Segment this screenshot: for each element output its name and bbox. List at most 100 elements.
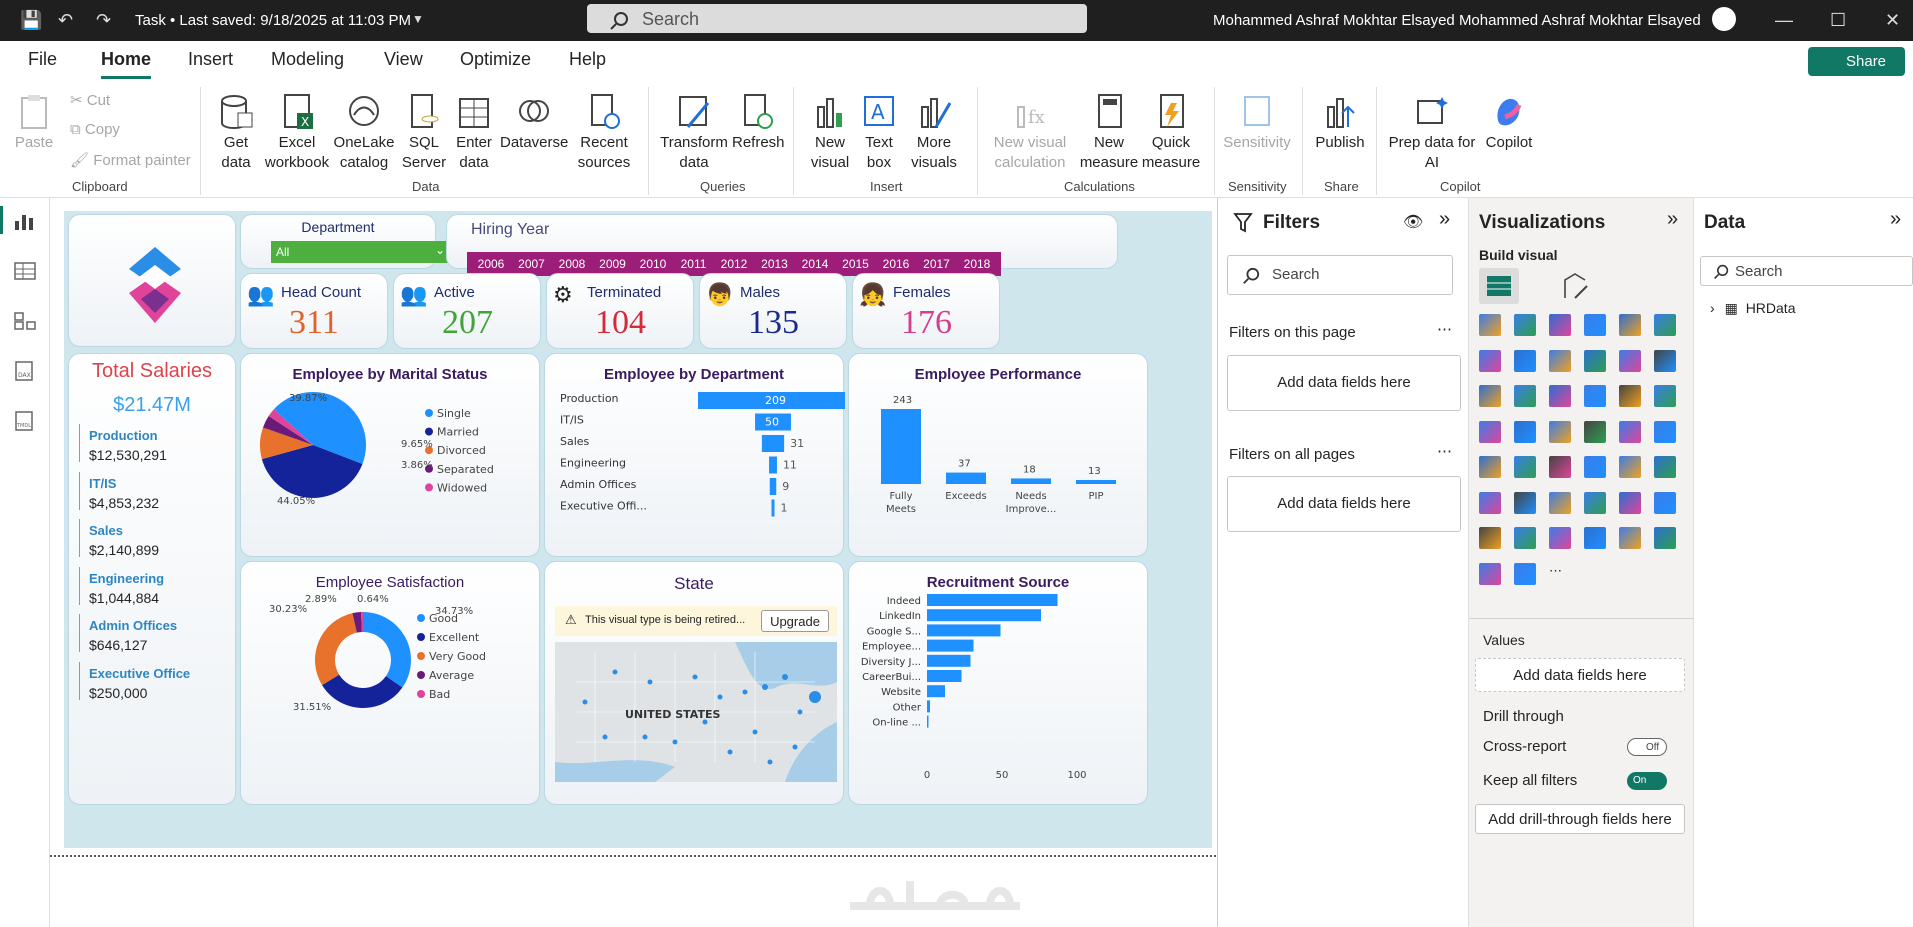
visual-type-icon[interactable]	[1584, 491, 1606, 514]
document-title[interactable]: Task • Last saved: 9/18/2025 at 11:03 PM	[135, 12, 411, 29]
tmdl-view-icon[interactable]: TMDL	[13, 411, 37, 431]
visual-type-icon[interactable]	[1654, 420, 1676, 443]
format-painter-button[interactable]: 🖌 Format painter	[70, 151, 191, 169]
transform-data-button[interactable]: Transform data	[656, 93, 732, 173]
close-icon[interactable]: ✕	[1885, 10, 1900, 31]
visual-type-icon[interactable]	[1479, 527, 1501, 549]
filters-search[interactable]: Search	[1227, 255, 1453, 295]
undo-icon[interactable]: ↶	[58, 10, 73, 31]
sensitivity-button[interactable]: Sensitivity	[1220, 93, 1294, 153]
copy-button[interactable]: ⧉ Copy	[70, 121, 120, 138]
visual-type-icon[interactable]	[1514, 420, 1536, 443]
visual-type-icon[interactable]	[1514, 349, 1536, 372]
visual-type-icon[interactable]	[1619, 314, 1641, 336]
visual-type-icon[interactable]	[1514, 562, 1536, 585]
filters-all-drop[interactable]: Add data fields here	[1227, 476, 1461, 532]
visual-type-icon[interactable]	[1479, 456, 1501, 478]
report-view-icon[interactable]	[13, 211, 37, 231]
redo-icon[interactable]: ↷	[96, 10, 111, 31]
visual-type-icon[interactable]	[1619, 385, 1641, 407]
get-data-button[interactable]: Get data	[210, 93, 262, 173]
visual-type-icon[interactable]	[1654, 385, 1676, 407]
onelake-catalog-button[interactable]: OneLake catalog	[332, 93, 396, 173]
visual-type-icon[interactable]	[1479, 420, 1501, 443]
menu-optimize[interactable]: Optimize	[460, 49, 531, 70]
visual-type-icon[interactable]	[1584, 420, 1606, 443]
build-visual-tab[interactable]	[1479, 268, 1519, 304]
visual-type-icon[interactable]	[1514, 314, 1536, 336]
visual-type-icon[interactable]	[1479, 562, 1501, 585]
more-visuals-button[interactable]: More visuals	[903, 93, 965, 173]
prep-data-ai-button[interactable]: Prep data for AI	[1386, 93, 1478, 173]
cut-button[interactable]: ✂ Cut	[70, 91, 110, 109]
visual-type-icon[interactable]	[1654, 527, 1676, 549]
eye-icon[interactable]: 👁	[1403, 212, 1423, 232]
collapse-icon[interactable]: »	[1667, 208, 1678, 231]
dax-query-icon[interactable]: DAX	[13, 361, 37, 381]
visual-type-icon[interactable]	[1619, 456, 1641, 478]
share-button[interactable]: Share	[1808, 47, 1905, 76]
maximize-icon[interactable]: ☐	[1830, 10, 1846, 31]
visual-type-icon[interactable]	[1549, 314, 1571, 336]
visual-type-icon[interactable]	[1514, 456, 1536, 478]
more-options-icon[interactable]: ⋯	[1437, 442, 1452, 460]
us-map[interactable]: UNITED STATES	[555, 642, 837, 782]
visual-type-icon[interactable]	[1549, 420, 1571, 443]
visual-type-icon[interactable]	[1549, 456, 1571, 478]
visual-type-icon[interactable]	[1514, 491, 1536, 514]
cross-report-toggle[interactable]: Off	[1627, 738, 1667, 756]
menu-file[interactable]: File	[28, 49, 57, 70]
visual-type-icon[interactable]	[1584, 527, 1606, 549]
visual-type-icon[interactable]	[1584, 385, 1606, 407]
visual-type-icon[interactable]	[1619, 527, 1641, 549]
menu-insert[interactable]: Insert	[188, 49, 233, 70]
visual-type-icon[interactable]	[1479, 349, 1501, 372]
publish-button[interactable]: Publish	[1310, 93, 1370, 153]
refresh-button[interactable]: Refresh	[732, 93, 785, 153]
visual-type-icon[interactable]	[1619, 420, 1641, 443]
visual-type-icon[interactable]	[1514, 385, 1536, 407]
format-visual-icon[interactable]	[1561, 272, 1591, 302]
user-name[interactable]: Mohammed Ashraf Mokhtar Elsayed Mohammed…	[1213, 12, 1701, 29]
visual-type-icon[interactable]	[1479, 314, 1501, 336]
filters-page-drop[interactable]: Add data fields here	[1227, 355, 1461, 411]
keep-filters-toggle[interactable]: On	[1627, 772, 1667, 790]
more-options-icon[interactable]: ⋯	[1437, 320, 1452, 338]
new-visual-button[interactable]: New visual	[803, 93, 857, 173]
visual-type-icon[interactable]	[1654, 456, 1676, 478]
visual-type-icon[interactable]	[1479, 385, 1501, 407]
menu-view[interactable]: View	[384, 49, 423, 70]
new-measure-button[interactable]: New measure	[1078, 93, 1140, 173]
visual-type-icon[interactable]	[1584, 456, 1606, 478]
save-icon[interactable]: 💾	[20, 10, 42, 31]
model-view-icon[interactable]	[13, 311, 37, 331]
visual-type-icon[interactable]	[1549, 349, 1571, 372]
chevron-down-icon[interactable]: ▼	[412, 12, 424, 26]
quick-measure-button[interactable]: Quick measure	[1140, 93, 1202, 173]
visual-type-icon[interactable]: ⋯	[1549, 563, 1571, 585]
visual-type-icon[interactable]	[1549, 527, 1571, 549]
copilot-button[interactable]: Copilot	[1478, 93, 1540, 153]
collapse-icon[interactable]: »	[1890, 208, 1901, 231]
values-drop[interactable]: Add data fields here	[1475, 658, 1685, 692]
recent-sources-button[interactable]: Recent sources	[572, 93, 636, 173]
visual-type-icon[interactable]	[1619, 491, 1641, 514]
table-hrdata[interactable]: › ▦ HRData	[1710, 300, 1795, 317]
menu-help[interactable]: Help	[569, 49, 606, 70]
visual-type-icon[interactable]	[1584, 349, 1606, 372]
text-box-button[interactable]: A Text box	[857, 93, 901, 173]
collapse-icon[interactable]: »	[1439, 208, 1450, 231]
enter-data-button[interactable]: Enter data	[450, 93, 498, 173]
visual-type-icon[interactable]	[1549, 491, 1571, 514]
global-search[interactable]: Search	[587, 4, 1087, 33]
upgrade-button[interactable]: Upgrade	[761, 610, 829, 632]
avatar[interactable]	[1712, 7, 1736, 31]
menu-home[interactable]: Home	[101, 49, 152, 79]
drill-through-drop[interactable]: Add drill-through fields here	[1475, 804, 1685, 834]
paste-button[interactable]: Paste	[12, 93, 56, 153]
visual-type-icon[interactable]	[1514, 527, 1536, 549]
data-search[interactable]: Search	[1700, 256, 1913, 286]
visual-type-icon[interactable]	[1654, 491, 1676, 514]
sql-server-button[interactable]: SQL Server	[398, 93, 450, 173]
menu-modeling[interactable]: Modeling	[271, 49, 344, 70]
